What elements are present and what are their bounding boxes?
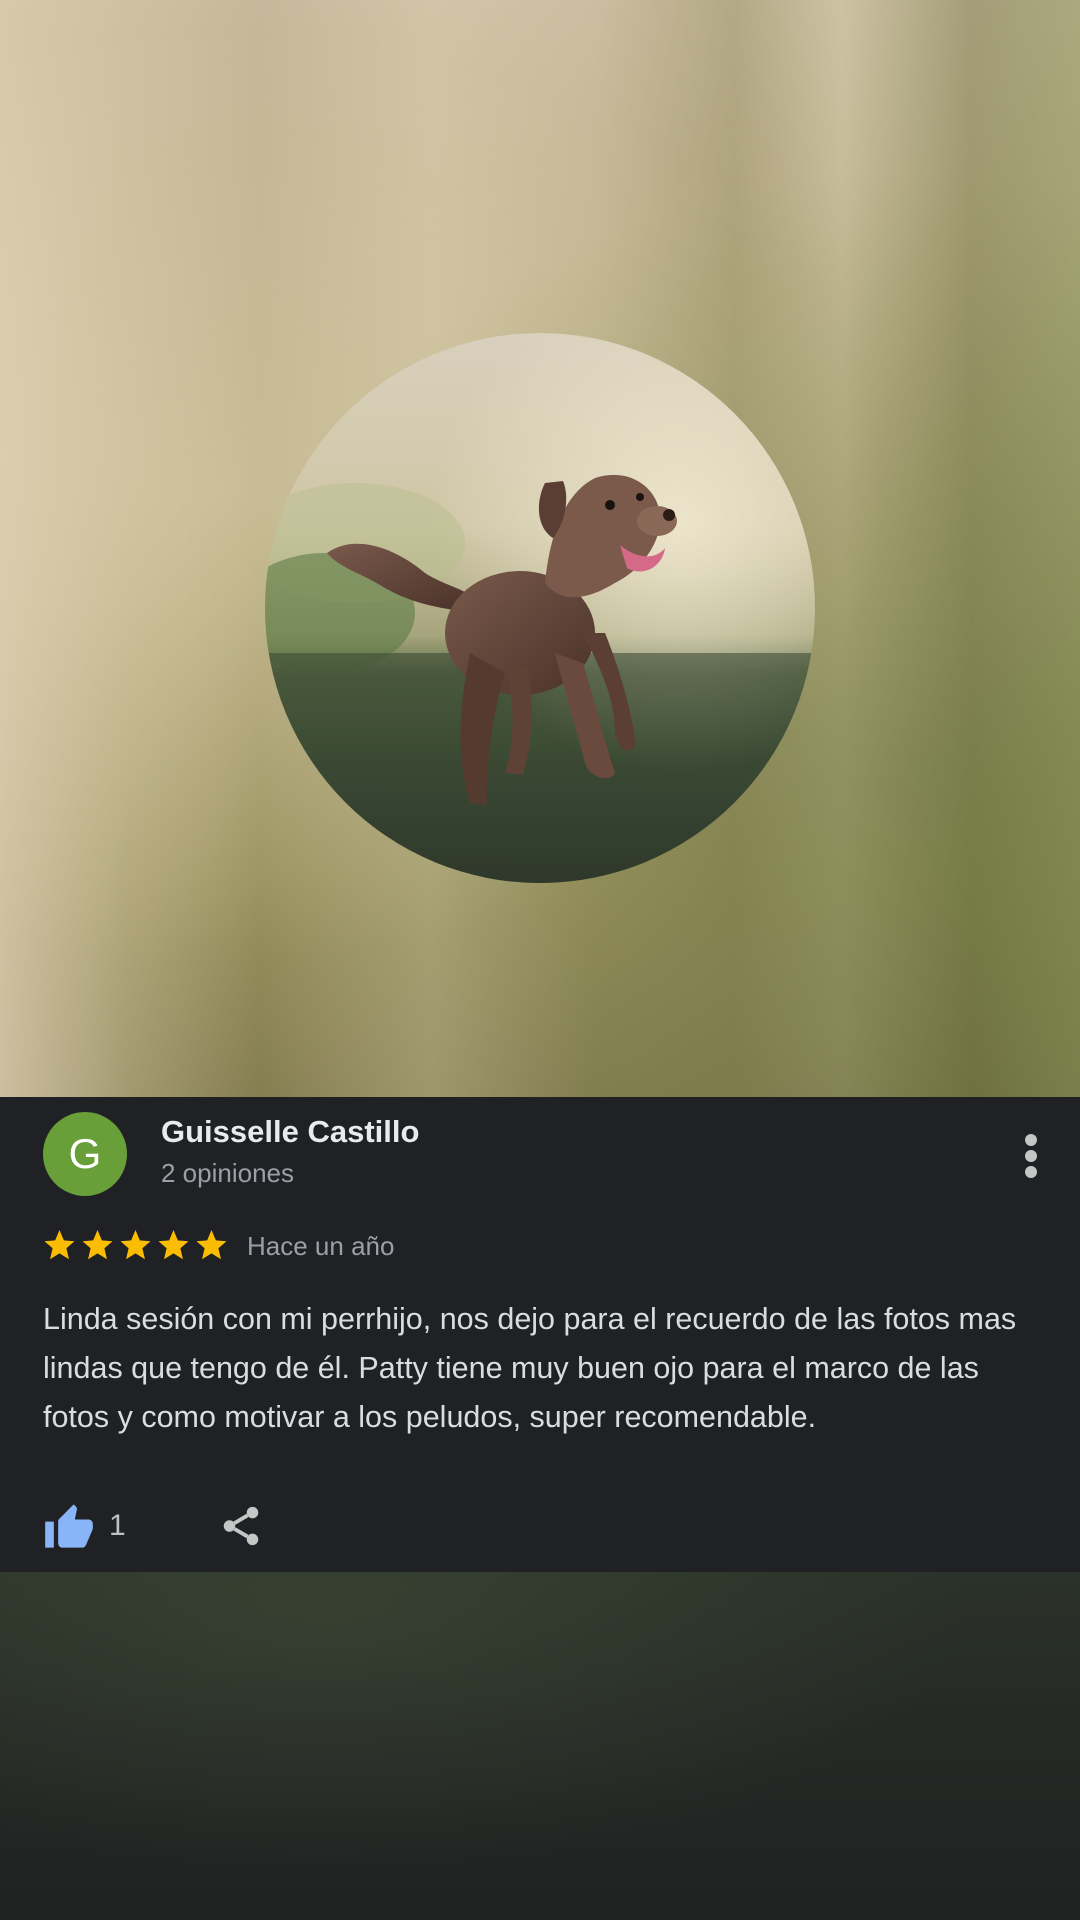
star-icon	[44, 1230, 75, 1260]
dog-photo[interactable]	[265, 333, 815, 883]
star-icon	[158, 1230, 189, 1260]
dog-photo-image	[265, 333, 815, 883]
star-icon	[120, 1230, 151, 1260]
share-button[interactable]	[216, 1501, 266, 1551]
reviewer-name[interactable]: Guisselle Castillo	[161, 1114, 419, 1150]
review-time: Hace un año	[247, 1231, 395, 1261]
reviewer-avatar[interactable]: G	[43, 1112, 127, 1196]
star-icon	[196, 1230, 227, 1260]
review-photo-screen: G Guisselle Castillo 2 opiniones Hace un…	[0, 0, 1080, 1920]
star-rating	[41, 1227, 230, 1263]
reviewer-review-count: 2 opiniones	[161, 1158, 294, 1188]
like-count: 1	[109, 1509, 126, 1542]
star-icon	[82, 1230, 113, 1260]
dark-photo-background	[0, 1572, 1080, 1920]
review-card: G Guisselle Castillo 2 opiniones Hace un…	[0, 1097, 1080, 1572]
like-button[interactable]: 1	[43, 1501, 126, 1551]
more-vert-icon	[1025, 1134, 1037, 1178]
avatar-letter: G	[68, 1130, 102, 1177]
share-icon	[223, 1506, 259, 1546]
more-options-button[interactable]	[1010, 1129, 1052, 1183]
thumb-up-icon	[45, 1504, 93, 1548]
review-text: Linda sesión con mi perrhijo, nos dejo p…	[43, 1302, 1017, 1434]
